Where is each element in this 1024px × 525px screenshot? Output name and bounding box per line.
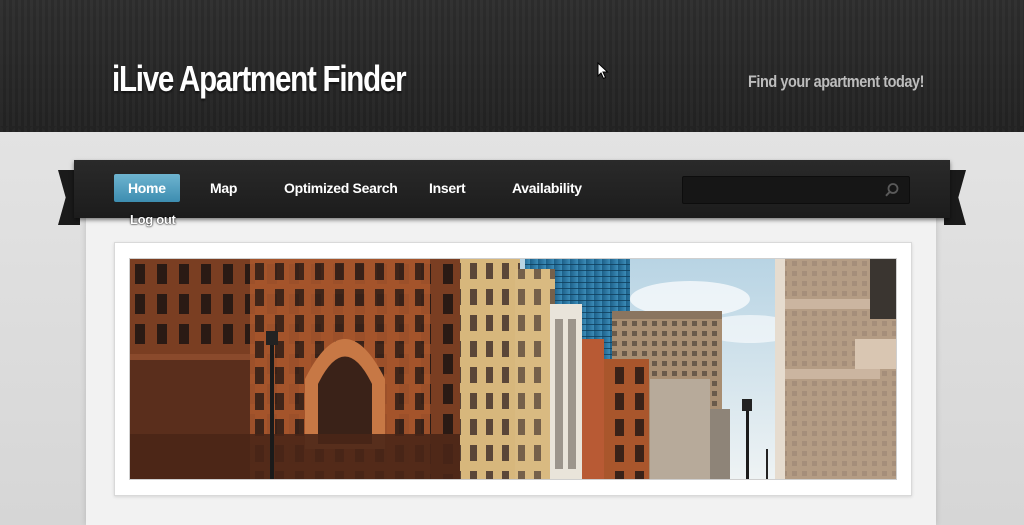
main-nav: Home Map Optimized Search Insert Availab… xyxy=(74,160,950,218)
nav-item-map[interactable]: Map xyxy=(196,174,251,202)
mouse-cursor-icon xyxy=(597,62,609,80)
nav-item-home[interactable]: Home xyxy=(114,174,180,202)
nav-item-insert[interactable]: Insert xyxy=(415,174,479,202)
logout-link[interactable]: Log out xyxy=(130,212,176,227)
site-tagline: Find your apartment today! xyxy=(748,72,925,91)
site-header: iLive Apartment Finder Find your apartme… xyxy=(0,0,1024,132)
nav-item-optimized-search[interactable]: Optimized Search xyxy=(270,174,411,202)
site-title[interactable]: iLive Apartment Finder xyxy=(112,58,407,100)
nav-item-availability[interactable]: Availability xyxy=(498,174,596,202)
search-box xyxy=(682,176,910,204)
search-input[interactable] xyxy=(689,180,881,202)
city-street-photo-icon xyxy=(130,259,896,479)
search-icon[interactable] xyxy=(883,181,901,199)
banner-image xyxy=(129,258,897,480)
